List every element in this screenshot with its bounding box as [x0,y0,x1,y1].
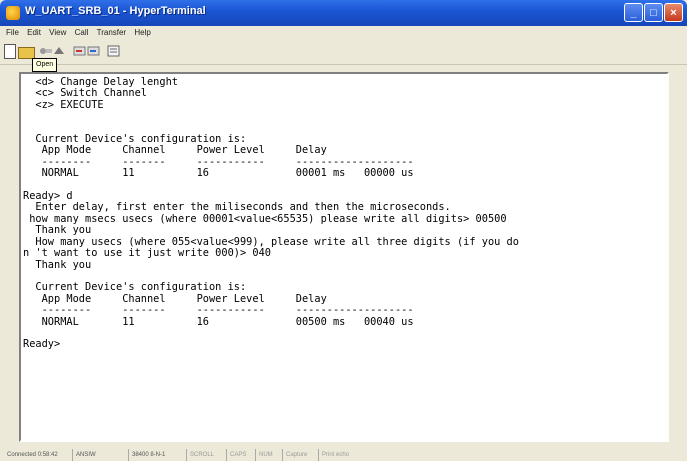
dial-icon[interactable] [52,44,67,58]
menu-edit[interactable]: Edit [27,26,41,40]
receive-icon[interactable] [86,44,101,58]
terminal-line: how many msecs usecs (where 00001<value<… [23,212,507,225]
terminal-line: <c> Switch Channel [23,87,147,100]
terminal-line: Thank you [23,224,92,237]
window-title: W_UART_SRB_01 - HyperTerminal [25,5,206,17]
status-caps: CAPS [226,449,246,461]
status-connected: Connected 0:58:42 [7,452,58,458]
menu-view[interactable]: View [49,26,66,40]
hyperterminal-app-icon[interactable] [6,6,20,20]
status-scroll: SCROLL [186,449,214,461]
menu-help[interactable]: Help [134,26,150,40]
status-bar: Connected 0:58:42 ANSIW 38400 8-N-1 SCRO… [0,449,687,461]
terminal-line: Thank you [23,258,92,271]
status-settings: 38400 8-N-1 [128,449,165,461]
toolbar [0,40,687,65]
terminal-output[interactable]: <d> Change Delay lenght <c> Switch Chann… [23,77,663,437]
menu-transfer[interactable]: Transfer [97,26,127,40]
status-num: NUM [255,449,273,461]
terminal-area[interactable]: <d> Change Delay lenght <c> Switch Chann… [19,72,669,442]
terminal-line: n 't want to use it just write 000)> 040 [23,247,271,260]
status-emulation: ANSIW [72,449,96,461]
minimize-button[interactable]: _ [624,3,643,22]
terminal-line: <z> EXECUTE [23,98,104,111]
open-tooltip: Open [32,58,58,72]
status-print-echo: Print echo [318,449,349,461]
menu-bar: File Edit View Call Transfer Help [0,26,687,40]
terminal-line: Current Device's configuration is: [23,281,247,294]
status-capture: Capture [282,449,307,461]
menu-call[interactable]: Call [75,26,89,40]
terminal-line: Ready> [23,338,61,351]
properties-icon[interactable] [106,44,121,58]
maximize-button[interactable]: □ [644,3,663,22]
menu-file[interactable]: File [6,26,19,40]
terminal-line: NORMAL 11 16 00500 ms 00040 us [23,315,414,328]
send-icon[interactable] [72,44,87,58]
title-bar[interactable]: W_UART_SRB_01 - HyperTerminal _ □ × [0,0,687,26]
terminal-line: -------- ------- ----------- -----------… [23,304,414,317]
disconnect-icon[interactable] [38,44,53,58]
close-button[interactable]: × [664,3,683,22]
new-icon[interactable] [4,44,16,59]
hyperterminal-window: W_UART_SRB_01 - HyperTerminal _ □ × File… [0,0,687,461]
terminal-line: NORMAL 11 16 00001 ms 00000 us [23,167,414,180]
